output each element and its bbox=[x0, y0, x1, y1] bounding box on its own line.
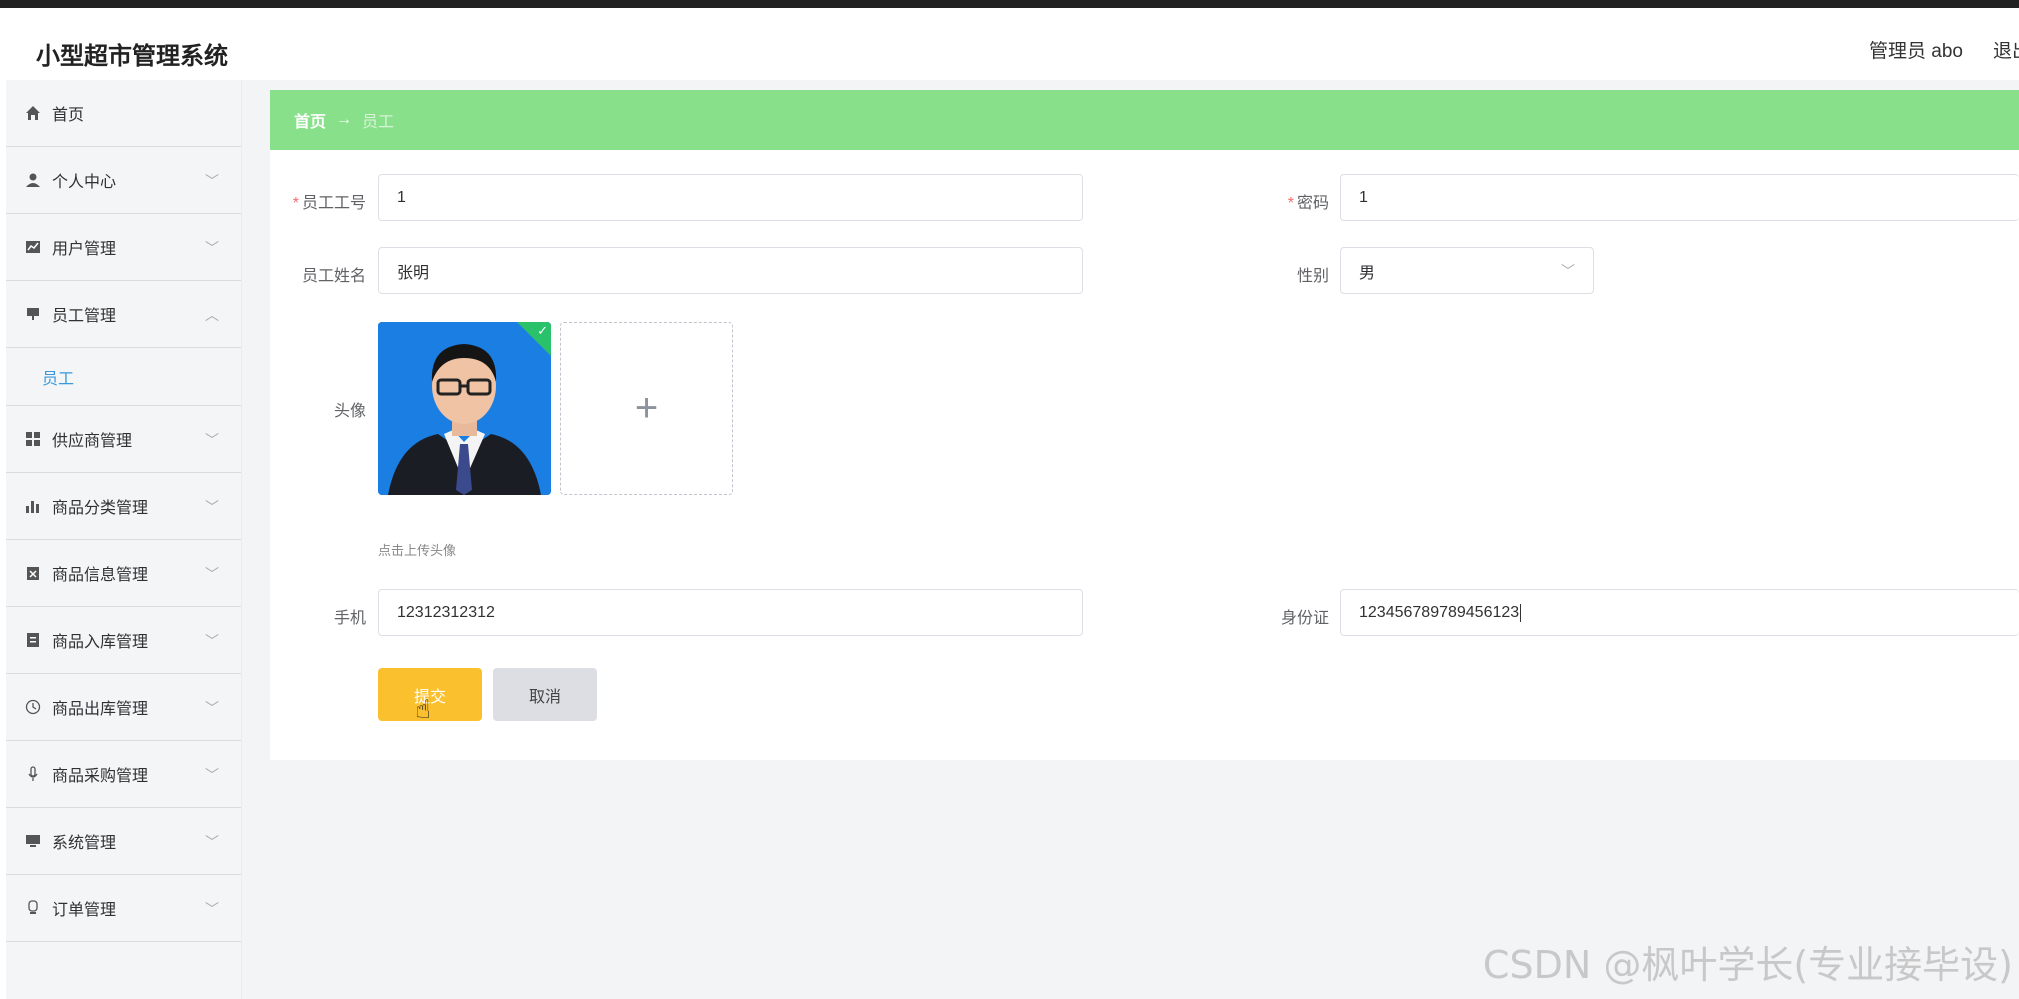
chevron-down-icon: ﹀ bbox=[205, 499, 219, 515]
idcard-label: 身份证 bbox=[1280, 610, 1329, 627]
logout-link[interactable]: 退出 bbox=[1993, 36, 2019, 63]
chevron-down-icon: ﹀ bbox=[205, 700, 219, 716]
sidebar-item-employee-management[interactable]: 员工管理 ︿ bbox=[6, 281, 241, 348]
sidebar-item-label: 首页 bbox=[52, 107, 85, 124]
avatar-label: 头像 bbox=[333, 403, 366, 420]
grid-icon bbox=[24, 430, 42, 448]
employee-form-panel: 首页 → 员工 * 员工工号 1 * 密码 1 员工姓名 张明 性别 男 ﹀ 头像 bbox=[270, 90, 2019, 760]
breadcrumb: 首页 → 员工 bbox=[270, 90, 2019, 150]
sidebar-item-profile[interactable]: 个人中心 ﹀ bbox=[6, 147, 241, 214]
user-icon bbox=[24, 171, 42, 189]
chevron-down-icon: ﹀ bbox=[205, 173, 219, 189]
sidebar-item-label: 订单管理 bbox=[52, 902, 117, 919]
sidebar-item-label: 商品入库管理 bbox=[52, 634, 149, 651]
chevron-down-icon: ﹀ bbox=[205, 834, 219, 850]
chevron-down-icon: ﹀ bbox=[205, 767, 219, 783]
check-icon: ✓ bbox=[537, 323, 548, 338]
sidebar-item-system-management[interactable]: 系统管理 ﹀ bbox=[6, 808, 241, 875]
breadcrumb-home[interactable]: 首页 bbox=[294, 108, 326, 132]
sidebar-item-label: 系统管理 bbox=[52, 835, 117, 852]
idcard-input[interactable]: 123456789789456123 bbox=[1340, 589, 2019, 636]
chart-icon bbox=[24, 238, 42, 256]
sidebar-item-home[interactable]: 首页 bbox=[6, 80, 241, 147]
sidebar-item-product-info-management[interactable]: 商品信息管理 ﹀ bbox=[6, 540, 241, 607]
chevron-down-icon: ﹀ bbox=[1561, 263, 1575, 279]
employee-name-label: 员工姓名 bbox=[301, 268, 366, 285]
top-header: 小型超市管理系统 管理员 abo 退出 bbox=[0, 8, 2019, 80]
chevron-down-icon: ﹀ bbox=[205, 566, 219, 582]
chevron-down-icon: ﹀ bbox=[205, 633, 219, 649]
avatar-image[interactable]: ✓ bbox=[378, 322, 551, 495]
sidebar-item-label: 供应商管理 bbox=[52, 433, 133, 450]
sidebar-item-label: 商品采购管理 bbox=[52, 768, 149, 785]
employee-no-input[interactable]: 1 bbox=[378, 174, 1083, 221]
upload-tip: 点击上传头像 bbox=[378, 543, 457, 558]
bar-chart-icon bbox=[24, 497, 42, 515]
breadcrumb-current: 员工 bbox=[362, 114, 395, 131]
header-user-area: 管理员 abo 退出 bbox=[1869, 36, 2019, 63]
gender-select-value: 男 bbox=[1359, 264, 1376, 282]
sidebar-item-supplier-management[interactable]: 供应商管理 ﹀ bbox=[6, 406, 241, 473]
sidebar-item-label: 商品分类管理 bbox=[52, 500, 149, 517]
required-asterisk: * bbox=[1287, 195, 1294, 212]
microphone-icon bbox=[24, 765, 42, 783]
plus-icon: + bbox=[634, 386, 659, 430]
sidebar-item-purchase-management[interactable]: 商品采购管理 ﹀ bbox=[6, 741, 241, 808]
home-icon bbox=[24, 104, 42, 122]
sidebar-item-label: 商品信息管理 bbox=[52, 567, 149, 584]
clipboard-icon bbox=[24, 564, 42, 582]
sidebar-item-label: 商品出库管理 bbox=[52, 701, 149, 718]
sidebar-item-label: 用户管理 bbox=[52, 241, 117, 258]
password-label: * 密码 bbox=[1287, 195, 1329, 212]
password-input[interactable]: 1 bbox=[1340, 174, 2019, 221]
clock-icon bbox=[24, 698, 42, 716]
watermark-text: CSDN @枫叶学长(专业接毕设) bbox=[1482, 943, 2013, 987]
sidebar-item-label: 员工管理 bbox=[52, 308, 117, 325]
phone-label: 手机 bbox=[333, 610, 366, 627]
chevron-down-icon: ﹀ bbox=[205, 432, 219, 448]
document-icon bbox=[24, 631, 42, 649]
sidebar-item-order-management[interactable]: 订单管理 ﹀ bbox=[6, 875, 241, 942]
cancel-button[interactable]: 取消 bbox=[493, 668, 597, 721]
chevron-down-icon: ﹀ bbox=[205, 240, 219, 256]
idcard-value: 123456789789456123 bbox=[1359, 603, 1520, 621]
gender-label: 性别 bbox=[1296, 268, 1329, 285]
chevron-up-icon: ︿ bbox=[205, 307, 219, 323]
monitor-icon bbox=[24, 305, 42, 323]
sidebar-item-user-management[interactable]: 用户管理 ﹀ bbox=[6, 214, 241, 281]
arrow-right-icon: → bbox=[336, 111, 353, 128]
sidebar-subitem-employee[interactable]: 员工 bbox=[6, 348, 241, 406]
sidebar: 首页 个人中心 ﹀ 用户管理 ﹀ 员工管理 ︿ 员工 供应商管理 ﹀ 商品分类管… bbox=[6, 80, 242, 999]
sidebar-item-stock-out-management[interactable]: 商品出库管理 ﹀ bbox=[6, 674, 241, 741]
app-title: 小型超市管理系统 bbox=[36, 43, 228, 70]
main-content: 首页 → 员工 * 员工工号 1 * 密码 1 员工姓名 张明 性别 男 ﹀ 头像 bbox=[242, 80, 2019, 999]
text-cursor bbox=[1520, 603, 1522, 622]
employee-name-input[interactable]: 张明 bbox=[378, 247, 1083, 294]
phone-input[interactable]: 12312312312 bbox=[378, 589, 1083, 636]
sidebar-item-stock-in-management[interactable]: 商品入库管理 ﹀ bbox=[6, 607, 241, 674]
hand-pointer-icon: ☝ bbox=[415, 694, 431, 724]
screen-icon bbox=[24, 832, 42, 850]
bulb-icon bbox=[24, 899, 42, 917]
employee-no-label: * 员工工号 bbox=[292, 195, 366, 212]
window-top-border bbox=[0, 0, 2019, 8]
required-asterisk: * bbox=[292, 195, 299, 212]
sidebar-item-category-management[interactable]: 商品分类管理 ﹀ bbox=[6, 473, 241, 540]
avatar-upload-button[interactable]: + bbox=[560, 322, 733, 495]
gender-select[interactable]: 男 ﹀ bbox=[1340, 247, 1594, 294]
sidebar-item-label: 个人中心 bbox=[52, 174, 117, 191]
chevron-down-icon: ﹀ bbox=[205, 901, 219, 917]
admin-username: 管理员 abo bbox=[1869, 41, 1963, 62]
